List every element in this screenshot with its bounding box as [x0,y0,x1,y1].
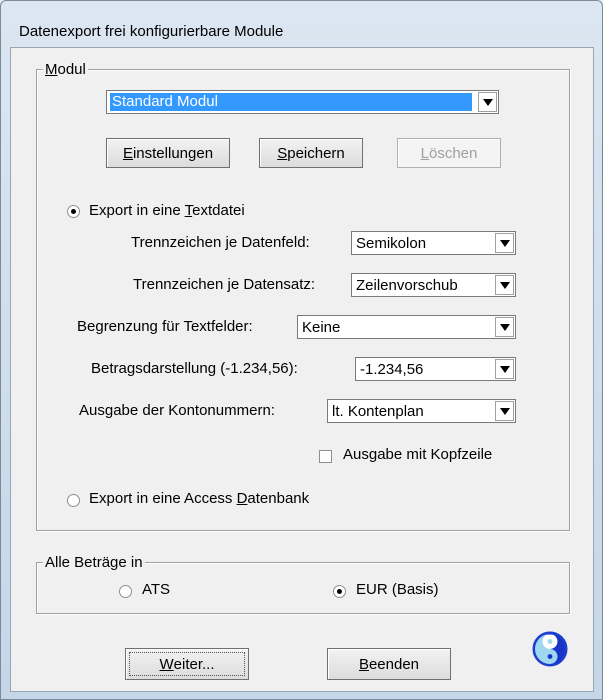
kontonummern-label: Ausgabe der Kontonummern: [79,402,275,419]
export-text-pre: Export in eine [89,202,185,219]
weiter-rest: eiter... [173,655,215,673]
betragsdarstellung-combo[interactable]: -1.234,56 [355,357,516,381]
beenden-key: B [358,655,369,673]
begrenzung-textfelder-combo[interactable]: Keine [297,315,516,339]
beenden-rest: eenden [368,655,420,673]
currency-groupbox: Alle Beträge in [36,554,570,614]
loeschen-rest: öschen [428,144,478,162]
export-access-label[interactable]: Export in eine Access Datenbank [89,490,309,507]
beenden-button[interactable]: Beenden [327,648,451,680]
ats-label[interactable]: ATS [142,581,170,598]
export-access-rest: atenbank [247,490,310,507]
kopfzeile-checkbox[interactable] [319,450,332,463]
speichern-key: S [277,144,288,162]
export-text-label[interactable]: Export in eine Textdatei [89,202,245,219]
einstellungen-key: E [122,144,133,162]
module-combo-value: Standard Modul [110,93,472,111]
export-text-radio[interactable] [67,205,80,218]
kontonummern-combo[interactable]: lt. Kontenplan [327,399,516,423]
weiter-button[interactable]: Weiter... [125,648,249,680]
title-bar: Datenexport frei konfigurierbare Module [1,1,602,53]
modul-legend: Modul [43,61,88,78]
betragsdarstellung-label: Betragsdarstellung (-1.234,56): [91,360,298,377]
modul-legend-key: M [45,61,58,78]
einstellungen-rest: instellungen [132,144,214,162]
dialog-client-area: Modul Standard Modul Einstellungen Speic… [10,47,594,692]
loeschen-button[interactable]: Löschen [397,138,501,168]
currency-legend: Alle Beträge in [43,554,145,571]
trennzeichen-datenfeld-label: Trennzeichen je Datenfeld: [131,234,310,251]
chevron-down-icon[interactable] [495,317,514,337]
loeschen-key: L [420,144,429,162]
trennzeichen-datensatz-value: Zeilenvorschub [356,277,458,294]
export-text-rest: extdatei [192,202,245,219]
begrenzung-textfelder-value: Keine [302,319,341,336]
chevron-down-icon[interactable] [495,401,514,421]
eur-radio[interactable] [333,585,346,598]
trennzeichen-datensatz-combo[interactable]: Zeilenvorschub [351,273,516,297]
eur-label[interactable]: EUR (Basis) [356,581,439,598]
app-logo-icon [532,631,568,667]
module-combo[interactable]: Standard Modul [106,90,499,114]
betragsdarstellung-value: -1.234,56 [360,361,424,378]
chevron-down-icon[interactable] [495,275,514,295]
kontonummern-value: lt. Kontenplan [332,403,424,420]
chevron-down-icon[interactable] [495,359,514,379]
kopfzeile-label[interactable]: Ausgabe mit Kopfzeile [343,446,492,463]
dialog-window: Datenexport frei konfigurierbare Module … [0,0,603,700]
trennzeichen-datenfeld-combo[interactable]: Semikolon [351,231,516,255]
ats-radio[interactable] [119,585,132,598]
speichern-rest: peichern [287,144,345,162]
export-text-key: T [184,202,193,219]
trennzeichen-datenfeld-value: Semikolon [356,235,427,252]
speichern-button[interactable]: Speichern [259,138,363,168]
export-access-key: D [236,490,248,507]
trennzeichen-datensatz-label: Trennzeichen je Datensatz: [133,276,316,293]
modul-legend-rest: odul [57,61,86,78]
chevron-down-icon[interactable] [495,233,514,253]
window-title: Datenexport frei konfigurierbare Module [19,23,284,40]
weiter-key: W [159,655,174,673]
export-access-radio[interactable] [67,494,80,507]
begrenzung-textfelder-label: Begrenzung für Textfelder: [77,318,253,335]
einstellungen-button[interactable]: Einstellungen [106,138,230,168]
chevron-down-icon[interactable] [478,92,497,112]
export-access-pre: Export in eine Access [89,490,237,507]
